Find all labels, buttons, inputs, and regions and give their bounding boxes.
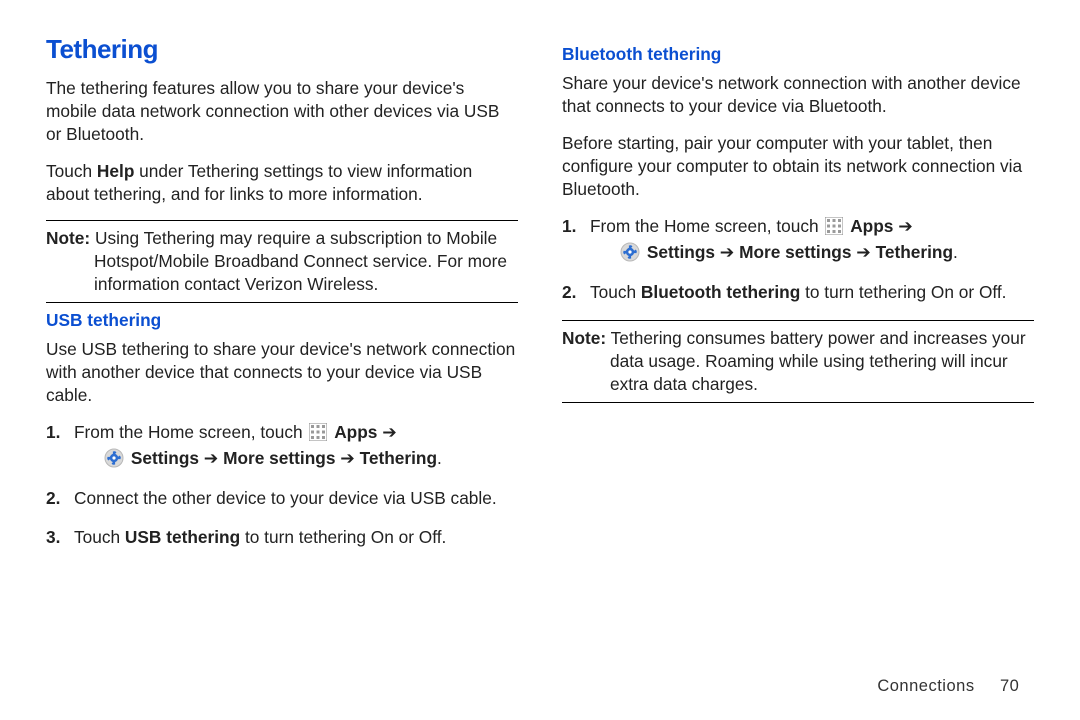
arrow-icon: ➔ bbox=[720, 242, 734, 265]
intro-paragraph-2: Touch Help under Tethering settings to v… bbox=[46, 160, 518, 206]
note-1: Note: Using Tethering may require a subs… bbox=[46, 227, 518, 296]
step-text: Connect the other device to your device … bbox=[74, 488, 497, 508]
usb-step-2: 2. Connect the other device to your devi… bbox=[46, 487, 518, 510]
arrow-icon: ➔ bbox=[898, 216, 912, 239]
bluetooth-tethering-bold: Bluetooth tethering bbox=[641, 282, 800, 302]
rule bbox=[562, 402, 1034, 403]
footer-section: Connections bbox=[877, 677, 974, 695]
note-body: Using Tethering may require a subscripti… bbox=[90, 228, 507, 294]
bt-step-1: 1. From the Home screen, touch Apps ➔ bbox=[562, 215, 1034, 265]
usb-step-3: 3. Touch USB tethering to turn tethering… bbox=[46, 526, 518, 549]
step-text-prefix: Touch bbox=[590, 282, 641, 302]
bt-description-2: Before starting, pair your computer with… bbox=[562, 132, 1034, 201]
settings-gear-icon bbox=[620, 242, 640, 262]
step-number: 2. bbox=[562, 281, 576, 304]
note-body: Tethering consumes battery power and inc… bbox=[606, 328, 1025, 394]
step-number: 2. bbox=[46, 487, 60, 510]
page-title: Tethering bbox=[46, 32, 518, 67]
usb-steps: 1. From the Home screen, touch Apps ➔ bbox=[46, 421, 518, 549]
arrow-icon: ➔ bbox=[340, 448, 354, 471]
step-number: 1. bbox=[46, 421, 60, 444]
apps-grid-icon bbox=[309, 423, 327, 441]
tethering-label: Tethering bbox=[360, 448, 437, 468]
rule bbox=[46, 302, 518, 303]
intro-help-prefix: Touch bbox=[46, 161, 97, 181]
apps-label: Apps bbox=[334, 422, 377, 442]
apps-label: Apps bbox=[850, 216, 893, 236]
more-settings-label: More settings bbox=[223, 448, 335, 468]
usb-tethering-bold: USB tethering bbox=[125, 527, 240, 547]
bt-description-1: Share your device's network connection w… bbox=[562, 72, 1034, 118]
step-text-suffix: to turn tethering On or Off. bbox=[240, 527, 446, 547]
tethering-label: Tethering bbox=[876, 242, 953, 262]
apps-grid-icon bbox=[825, 217, 843, 235]
bt-steps: 1. From the Home screen, touch Apps ➔ bbox=[562, 215, 1034, 304]
usb-step-1: 1. From the Home screen, touch Apps ➔ bbox=[46, 421, 518, 471]
step-text-suffix: to turn tethering On or Off. bbox=[800, 282, 1006, 302]
page-footer: Connections 70 bbox=[877, 676, 1028, 698]
usb-tethering-heading: USB tethering bbox=[46, 309, 518, 332]
period: . bbox=[953, 242, 958, 262]
step-number: 1. bbox=[562, 215, 576, 238]
help-label: Help bbox=[97, 161, 134, 181]
intro-paragraph-1: The tethering features allow you to shar… bbox=[46, 77, 518, 146]
rule bbox=[46, 220, 518, 221]
note-2: Note: Tethering consumes battery power a… bbox=[562, 327, 1034, 396]
bt-step-2: 2. Touch Bluetooth tethering to turn tet… bbox=[562, 281, 1034, 304]
rule bbox=[562, 320, 1034, 321]
settings-label: Settings bbox=[647, 242, 715, 262]
footer-page-number: 70 bbox=[1000, 676, 1028, 698]
step-text-prefix: From the Home screen, touch bbox=[590, 216, 823, 236]
arrow-icon: ➔ bbox=[856, 242, 870, 265]
note-label: Note: bbox=[46, 228, 90, 248]
note-label: Note: bbox=[562, 328, 606, 348]
arrow-icon: ➔ bbox=[382, 422, 396, 445]
more-settings-label: More settings bbox=[739, 242, 851, 262]
period: . bbox=[437, 448, 442, 468]
step-text-prefix: From the Home screen, touch bbox=[74, 422, 307, 442]
left-column: Tethering The tethering features allow y… bbox=[46, 32, 518, 565]
settings-label: Settings bbox=[131, 448, 199, 468]
right-column: Bluetooth tethering Share your device's … bbox=[562, 32, 1034, 565]
step-number: 3. bbox=[46, 526, 60, 549]
settings-gear-icon bbox=[104, 448, 124, 468]
arrow-icon: ➔ bbox=[204, 448, 218, 471]
bluetooth-tethering-heading: Bluetooth tethering bbox=[562, 43, 1034, 66]
step-text-prefix: Touch bbox=[74, 527, 125, 547]
usb-description: Use USB tethering to share your device's… bbox=[46, 338, 518, 407]
